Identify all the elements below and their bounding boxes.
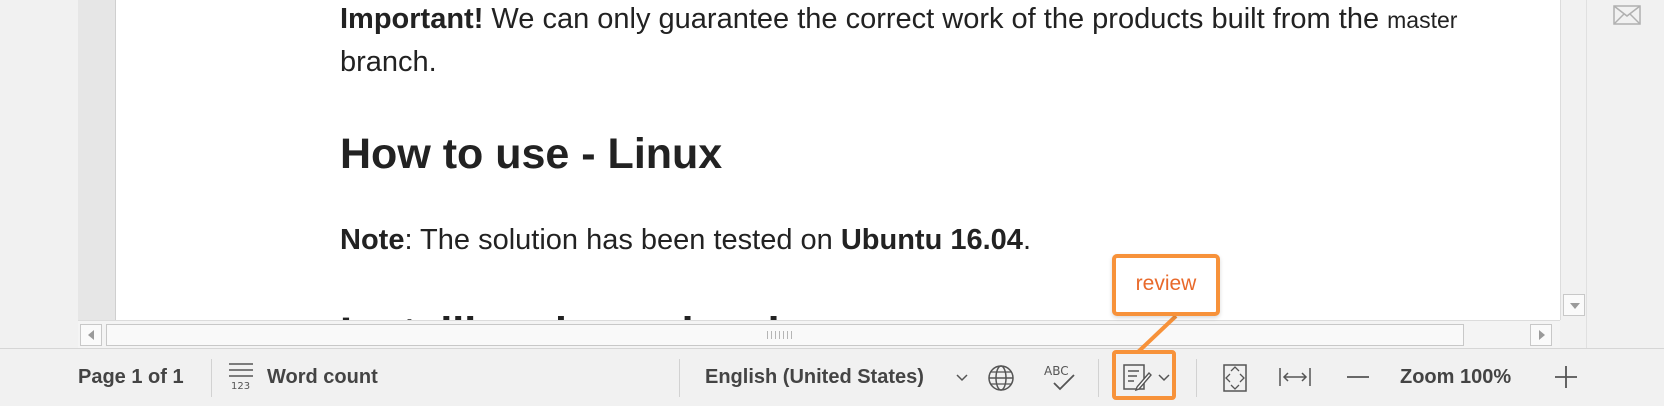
right-side-panel <box>1586 0 1664 348</box>
status-divider <box>1098 359 1099 397</box>
note-text: : The solution has been tested on <box>404 224 841 256</box>
scroll-down-button[interactable] <box>1563 294 1585 316</box>
minus-icon[interactable] <box>1346 375 1370 379</box>
review-highlight-box <box>1112 350 1176 400</box>
word-count-icon[interactable]: 123 <box>228 361 254 391</box>
plus-icon[interactable] <box>1554 365 1578 389</box>
svg-text:ABC: ABC <box>1044 364 1069 378</box>
language-selector[interactable]: English (United States) <box>705 366 924 389</box>
document-page[interactable]: Important! We can only guarantee the cor… <box>116 0 1560 320</box>
status-divider <box>211 359 212 397</box>
svg-text:123: 123 <box>231 381 250 391</box>
chevron-down-icon[interactable] <box>956 373 968 383</box>
fit-width-icon[interactable] <box>1278 365 1312 389</box>
status-bar: Page 1 of 1 123 Word count English (Unit… <box>0 348 1664 406</box>
vertical-scrollbar[interactable] <box>1560 0 1586 320</box>
section-heading-dependencies: Installing dependencies <box>340 308 827 320</box>
master-branch-code: master <box>1387 7 1458 33</box>
horizontal-scroll-thumb[interactable] <box>106 324 1464 346</box>
vertical-ruler <box>78 0 116 320</box>
left-gutter <box>0 0 78 348</box>
review-callout: review <box>1112 254 1220 316</box>
word-count-button[interactable]: Word count <box>267 366 378 389</box>
important-paragraph: Important! We can only guarantee the cor… <box>340 0 1460 83</box>
important-label: Important! <box>340 3 484 35</box>
fit-page-icon[interactable] <box>1222 363 1248 393</box>
horizontal-scrollbar[interactable] <box>78 320 1560 348</box>
review-callout-label: review <box>1135 272 1197 295</box>
scroll-thumb-grip <box>767 331 793 339</box>
ubuntu-version: Ubuntu 16.04 <box>840 224 1023 256</box>
note-period: . <box>1022 224 1031 256</box>
scroll-right-button[interactable] <box>1530 324 1552 346</box>
status-divider <box>679 359 680 397</box>
page-indicator[interactable]: Page 1 of 1 <box>78 366 184 389</box>
important-text-end: branch. <box>340 46 437 78</box>
zoom-level: Zoom 100% <box>1400 366 1512 388</box>
status-divider <box>1196 359 1197 397</box>
note-paragraph: Note: The solution has been tested on Ub… <box>340 219 1031 261</box>
scroll-left-button[interactable] <box>80 324 102 346</box>
globe-icon[interactable] <box>986 363 1016 393</box>
spellcheck-icon[interactable]: ABC <box>1042 361 1078 393</box>
note-label: Note <box>340 224 405 256</box>
section-heading-linux: How to use - Linux <box>340 130 723 178</box>
important-text: We can only guarantee the correct work o… <box>483 3 1388 35</box>
envelope-icon[interactable] <box>1613 5 1641 25</box>
